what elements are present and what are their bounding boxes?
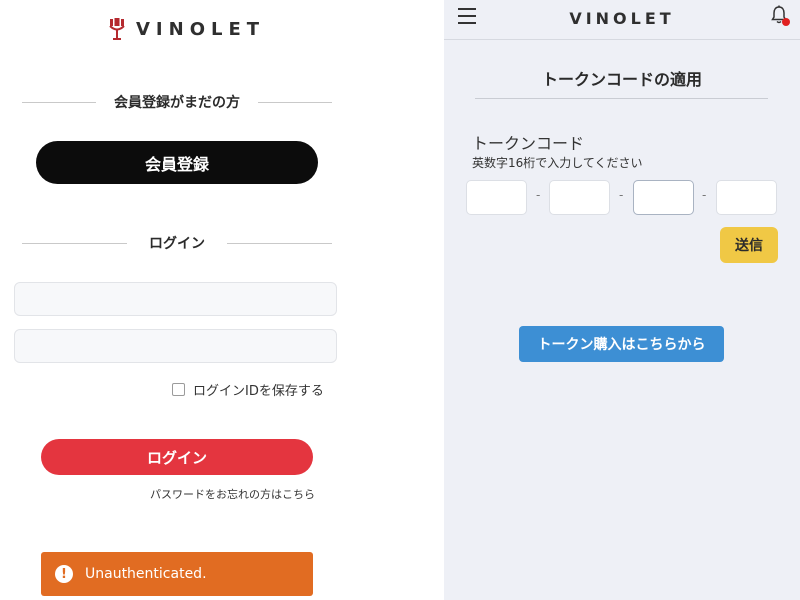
forgot-password-link[interactable]: パスワードをお忘れの方はこちら: [150, 486, 315, 502]
token-separator: -: [702, 188, 707, 202]
register-section-divider: 会員登録がまだの方: [22, 92, 332, 112]
brand-name: VINOLET: [136, 18, 266, 40]
submit-button[interactable]: 送信: [720, 227, 778, 263]
remember-login-id[interactable]: ログインIDを保存する: [172, 380, 324, 399]
title-divider: [475, 98, 768, 99]
app-header: VINOLET: [444, 0, 800, 40]
token-field-3[interactable]: [633, 180, 694, 215]
remember-checkbox[interactable]: [172, 382, 185, 396]
brand-logo: VINOLET: [108, 16, 265, 42]
divider-line: [227, 242, 332, 244]
token-separator: -: [619, 188, 624, 202]
token-field-4[interactable]: [716, 180, 777, 215]
register-button[interactable]: 会員登録: [36, 141, 318, 184]
login-button[interactable]: ログイン: [41, 439, 313, 475]
wine-glass-logo-icon: [109, 18, 125, 40]
login-panel: VINOLET 会員登録がまだの方 会員登録 ログイン ログインIDを保存する …: [0, 0, 444, 600]
buy-token-button[interactable]: トークン購入はこちらから: [519, 326, 724, 362]
login-id-input[interactable]: [14, 282, 337, 316]
bell-icon[interactable]: [770, 5, 790, 27]
login-section-divider: ログイン: [22, 233, 332, 253]
divider-line: [22, 242, 127, 244]
token-panel: VINOLET トークンコードの適用 トークンコード 英数字16桁で入力してくだ…: [444, 0, 800, 600]
token-separator: -: [536, 188, 541, 202]
divider-line: [22, 101, 96, 103]
password-input[interactable]: [14, 329, 337, 363]
register-section-heading: 会員登録がまだの方: [114, 95, 240, 111]
token-field-1[interactable]: [466, 180, 527, 215]
divider-line: [258, 101, 332, 103]
error-toast[interactable]: ! Unauthenticated.: [41, 552, 313, 596]
header-title: VINOLET: [569, 9, 675, 28]
token-code-label: トークンコード: [472, 134, 585, 153]
token-field-2[interactable]: [549, 180, 610, 215]
exclamation-icon: !: [55, 565, 73, 583]
notification-dot: [782, 18, 790, 26]
remember-label: ログインIDを保存する: [193, 383, 324, 399]
toast-message: Unauthenticated.: [85, 566, 207, 582]
page-title: トークンコードの適用: [541, 70, 702, 89]
token-code-hint: 英数字16桁で入力してください: [472, 156, 643, 170]
login-section-heading: ログイン: [149, 236, 205, 252]
